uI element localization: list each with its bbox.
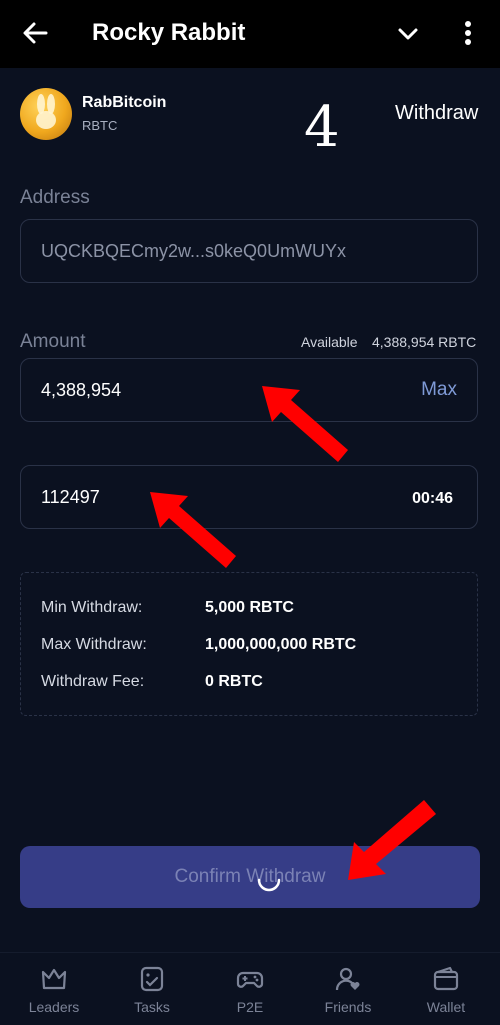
tasks-icon xyxy=(140,966,164,992)
tab-wallet-label: Wallet xyxy=(426,999,466,1015)
max-button[interactable]: Max xyxy=(421,379,457,401)
max-withdraw-value: 1,000,000,000 RBTC xyxy=(205,636,357,653)
top-bar: Rocky Rabbit xyxy=(0,0,500,68)
withdraw-fee-value: 0 RBTC xyxy=(205,673,263,690)
address-field[interactable]: UQCKBQECmy2w...s0keQ0UmWUYx xyxy=(20,219,478,283)
app-title: Rocky Rabbit xyxy=(92,19,246,46)
annotation-arrow-confirm xyxy=(348,800,436,880)
crown-icon xyxy=(41,968,67,990)
step-number: 4 xyxy=(304,95,340,160)
min-withdraw-value: 5,000 RBTC xyxy=(205,599,294,616)
loading-spinner-icon xyxy=(257,878,281,892)
coin-name: RabBitcoin xyxy=(82,94,167,111)
friends-icon xyxy=(335,967,360,991)
withdraw-title: Withdraw xyxy=(395,102,479,124)
back-arrow-icon[interactable] xyxy=(20,18,50,48)
coin-logo-icon xyxy=(20,88,72,140)
tab-wallet[interactable]: Wallet xyxy=(396,953,496,1025)
min-withdraw-label: Min Withdraw: xyxy=(41,599,143,616)
coin-symbol: RBTC xyxy=(82,118,118,133)
code-input[interactable]: 112497 00:46 xyxy=(20,465,478,529)
chevron-down-icon[interactable] xyxy=(396,22,420,46)
amount-input[interactable]: 4,388,954 Max xyxy=(20,358,478,422)
tab-p2e[interactable]: P2E xyxy=(200,953,300,1025)
tab-leaders[interactable]: Leaders xyxy=(4,953,104,1025)
amount-label: Amount xyxy=(20,331,86,352)
tab-leaders-label: Leaders xyxy=(28,999,80,1015)
code-timer: 00:46 xyxy=(412,490,453,507)
available-label: Available xyxy=(301,334,358,350)
annotation-arrow-amount xyxy=(262,386,348,462)
tab-p2e-label: P2E xyxy=(236,999,264,1015)
withdraw-fee-label: Withdraw Fee: xyxy=(41,673,145,690)
tab-friends[interactable]: Friends xyxy=(298,953,398,1025)
max-withdraw-label: Max Withdraw: xyxy=(41,636,147,653)
bottom-tab-bar: Leaders Tasks P2E Friends Wallet xyxy=(0,952,500,1025)
withdraw-info-box: Min Withdraw: 5,000 RBTC Max Withdraw: 1… xyxy=(20,572,478,716)
code-value: 112497 xyxy=(41,487,100,507)
annotation-arrow-code xyxy=(150,492,236,568)
gamepad-icon xyxy=(236,971,264,988)
address-label: Address xyxy=(20,187,90,208)
amount-value: 4,388,954 xyxy=(41,380,122,400)
tab-tasks[interactable]: Tasks xyxy=(102,953,202,1025)
address-value: UQCKBQECmy2w...s0keQ0UmWUYx xyxy=(41,241,347,261)
tab-friends-label: Friends xyxy=(324,999,372,1015)
wallet-icon xyxy=(433,966,459,991)
more-options-icon[interactable] xyxy=(458,18,478,48)
tab-tasks-label: Tasks xyxy=(134,999,170,1015)
available-value: 4,388,954 RBTC xyxy=(372,334,477,350)
